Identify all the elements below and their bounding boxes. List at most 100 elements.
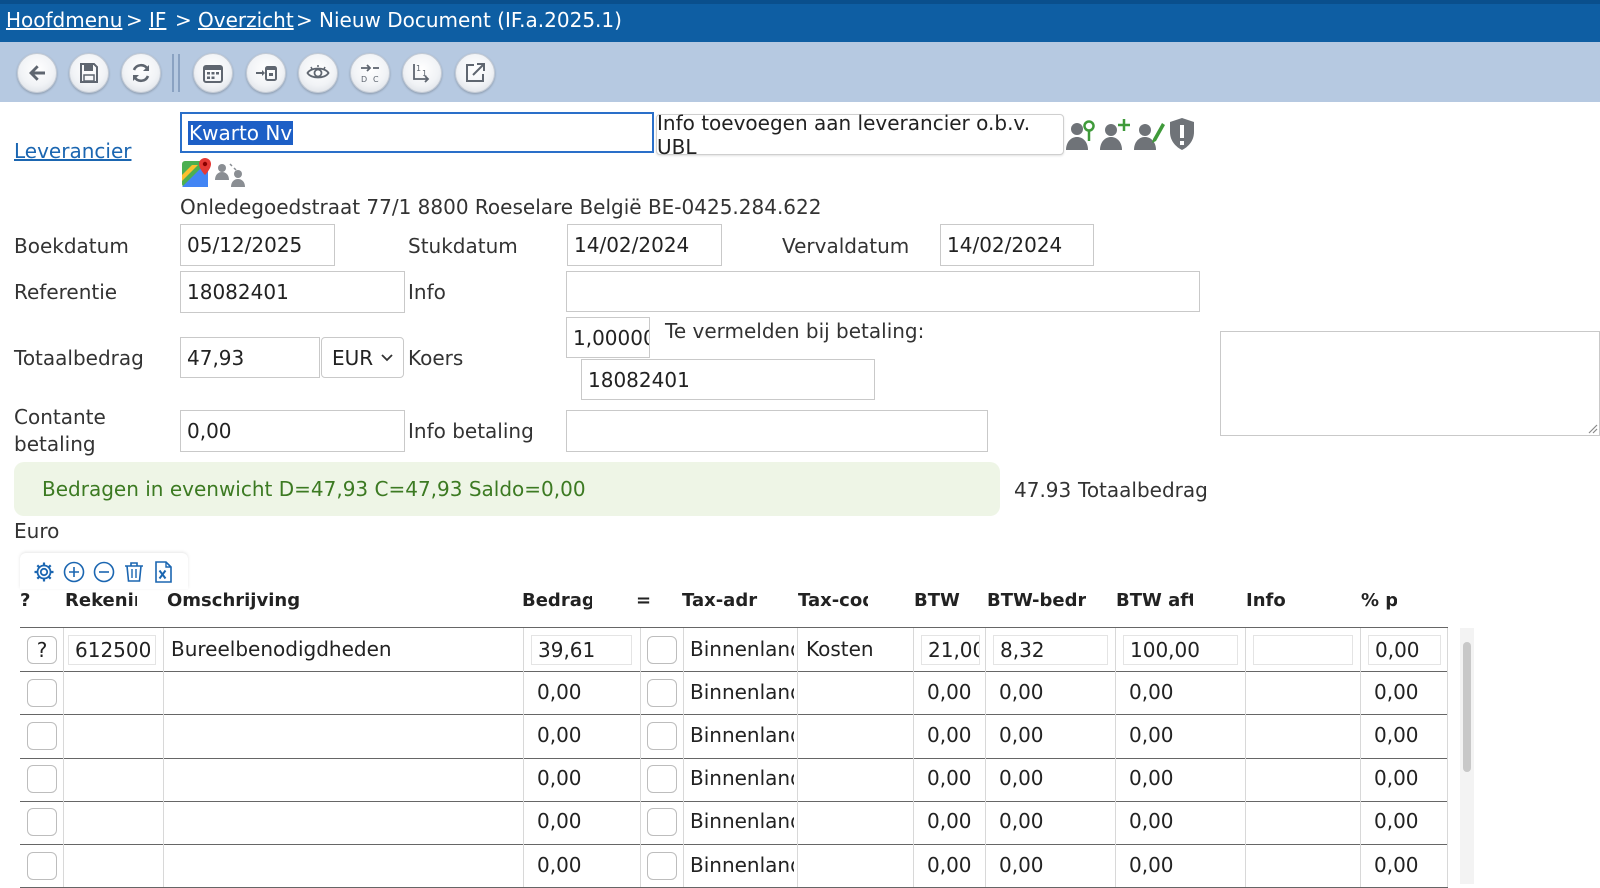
cell-tax-adr[interactable]: Binnenland xyxy=(690,723,794,749)
cell-rekening[interactable] xyxy=(70,680,158,706)
col-header-omschrijving[interactable]: Omschrijving xyxy=(167,590,307,611)
grid-scrollbar-thumb[interactable] xyxy=(1463,642,1471,772)
cell-btw-bedrag[interactable]: 0,00 xyxy=(999,853,1109,879)
grid-excel-export-button[interactable] xyxy=(150,559,176,585)
contante-betaling-input[interactable]: 0,00 xyxy=(180,410,405,452)
info-betaling-input[interactable] xyxy=(566,410,988,452)
cell-info[interactable] xyxy=(1259,680,1354,706)
view-button[interactable] xyxy=(298,53,338,93)
cell-percent[interactable]: 0,00 xyxy=(1374,853,1444,879)
cell-btw-aftrek[interactable]: 0,00 xyxy=(1129,766,1239,792)
col-header-rekening[interactable]: Rekening xyxy=(65,590,137,611)
notes-textarea[interactable] xyxy=(1220,331,1600,436)
cell-btw-bedrag[interactable]: 8,32 xyxy=(993,634,1108,665)
cell-info[interactable] xyxy=(1259,766,1354,792)
te-vermelden-input[interactable]: 18082401 xyxy=(581,359,875,400)
info-input[interactable] xyxy=(566,271,1200,312)
search-supplier-button[interactable] xyxy=(1065,117,1097,151)
supplier-warning-button[interactable] xyxy=(1167,117,1197,151)
cell-bedrag[interactable]: 0,00 xyxy=(537,766,632,792)
open-external-button[interactable] xyxy=(455,53,495,93)
row-select-checkbox[interactable] xyxy=(27,678,57,707)
save-button[interactable] xyxy=(69,53,109,93)
koers-input[interactable]: 1,000000 xyxy=(566,317,650,358)
grid-add-row-button[interactable] xyxy=(61,559,87,585)
resize-handle-icon[interactable] xyxy=(1586,422,1598,434)
boekdatum-input[interactable]: 05/12/2025 xyxy=(180,224,335,266)
cell-omschrijving[interactable] xyxy=(171,853,516,879)
ubl-info-button[interactable]: Info toevoegen aan leverancier o.b.v. UB… xyxy=(656,111,1064,159)
col-header-bedrag[interactable]: Bedrag xyxy=(522,590,592,611)
cell-omschrijving[interactable] xyxy=(171,680,516,706)
supplier-input[interactable]: Kwarto Nv xyxy=(180,112,654,153)
cell-btw[interactable]: 0,00 xyxy=(927,723,982,749)
back-button[interactable] xyxy=(17,53,57,93)
add-supplier-button[interactable] xyxy=(1099,117,1131,151)
cell-btw[interactable]: 21,00 xyxy=(921,634,980,665)
cell-bedrag[interactable]: 0,00 xyxy=(537,853,632,879)
grid-remove-row-button[interactable] xyxy=(91,559,117,585)
cell-percent[interactable]: 0,00 xyxy=(1374,680,1444,706)
cell-rekening[interactable] xyxy=(70,853,158,879)
row-select-checkbox[interactable] xyxy=(27,808,57,837)
cell-bedrag[interactable]: 39,61 xyxy=(531,634,632,665)
cell-tax-cod[interactable] xyxy=(806,853,910,879)
breadcrumb-hoofdmenu[interactable]: Hoofdmenu xyxy=(6,8,122,32)
cell-percent[interactable]: 0,00 xyxy=(1374,766,1444,792)
col-header-question[interactable]: ? xyxy=(20,590,32,611)
cell-btw[interactable]: 0,00 xyxy=(927,766,982,792)
cell-tax-cod[interactable] xyxy=(806,766,910,792)
row-select-checkbox[interactable] xyxy=(27,851,57,880)
grid-delete-button[interactable] xyxy=(121,559,147,585)
cell-tax-cod[interactable] xyxy=(806,680,910,706)
contacts-button[interactable] xyxy=(214,160,248,190)
cell-tax-adr[interactable]: Binnenland xyxy=(690,680,794,706)
cell-tax-adr[interactable]: Binnenland xyxy=(690,853,794,879)
cell-btw-aftrek[interactable]: 100,00 xyxy=(1123,634,1238,665)
cell-btw[interactable]: 0,00 xyxy=(927,680,982,706)
cell-equals-checkbox[interactable] xyxy=(647,722,677,750)
cell-rekening[interactable] xyxy=(70,723,158,749)
col-header-btw-bedrag[interactable]: BTW-bedrag xyxy=(987,590,1086,611)
cell-equals-checkbox[interactable] xyxy=(647,851,677,880)
cell-btw-bedrag[interactable]: 0,00 xyxy=(999,766,1109,792)
col-header-percent[interactable]: % pr xyxy=(1361,590,1397,611)
cell-btw[interactable]: 0,00 xyxy=(927,809,982,835)
cell-equals-checkbox[interactable] xyxy=(647,808,677,837)
cell-info[interactable] xyxy=(1253,634,1353,665)
cell-btw-bedrag[interactable]: 0,00 xyxy=(999,680,1109,706)
cell-rekening[interactable] xyxy=(70,766,158,792)
row-select-checkbox[interactable] xyxy=(27,722,57,750)
cell-btw-aftrek[interactable]: 0,00 xyxy=(1129,723,1239,749)
row-select-checkbox[interactable] xyxy=(27,765,57,794)
referentie-input[interactable]: 18082401 xyxy=(180,271,405,313)
cell-tax-cod[interactable]: Kosten xyxy=(806,637,910,663)
cell-tax-adr[interactable]: Binnenland xyxy=(690,637,794,663)
cell-bedrag[interactable]: 0,00 xyxy=(537,809,632,835)
breadcrumb-overzicht[interactable]: Overzicht xyxy=(198,8,294,32)
calendar-button[interactable] xyxy=(193,53,233,93)
debit-credit-swap-button[interactable]: DC xyxy=(350,53,390,93)
cell-tax-cod[interactable] xyxy=(806,809,910,835)
cell-omschrijving[interactable] xyxy=(171,723,516,749)
vervaldatum-input[interactable]: 14/02/2024 xyxy=(940,224,1094,266)
move-date-button[interactable] xyxy=(246,53,286,93)
supplier-label-link[interactable]: Leverancier xyxy=(14,139,131,163)
grid-settings-button[interactable] xyxy=(31,559,57,585)
cell-tax-cod[interactable] xyxy=(806,723,910,749)
refresh-button[interactable] xyxy=(121,53,161,93)
cell-btw-aftrek[interactable]: 0,00 xyxy=(1129,853,1239,879)
cell-btw-aftrek[interactable]: 0,00 xyxy=(1129,680,1239,706)
stukdatum-input[interactable]: 14/02/2024 xyxy=(567,224,722,266)
cell-rekening[interactable]: 612500 xyxy=(68,634,156,665)
cell-info[interactable] xyxy=(1259,853,1354,879)
breadcrumb-if[interactable]: IF xyxy=(149,8,166,32)
col-header-tax-adr[interactable]: Tax-adr xyxy=(682,590,762,611)
currency-select[interactable]: EUR xyxy=(321,337,404,378)
cell-percent[interactable]: 0,00 xyxy=(1374,723,1444,749)
col-header-btw[interactable]: BTW xyxy=(914,590,964,611)
col-header-info[interactable]: Info xyxy=(1246,590,1296,611)
cell-omschrijving[interactable] xyxy=(171,766,516,792)
col-header-tax-cod[interactable]: Tax-cod xyxy=(798,590,868,611)
cell-tax-adr[interactable]: Binnenland xyxy=(690,766,794,792)
